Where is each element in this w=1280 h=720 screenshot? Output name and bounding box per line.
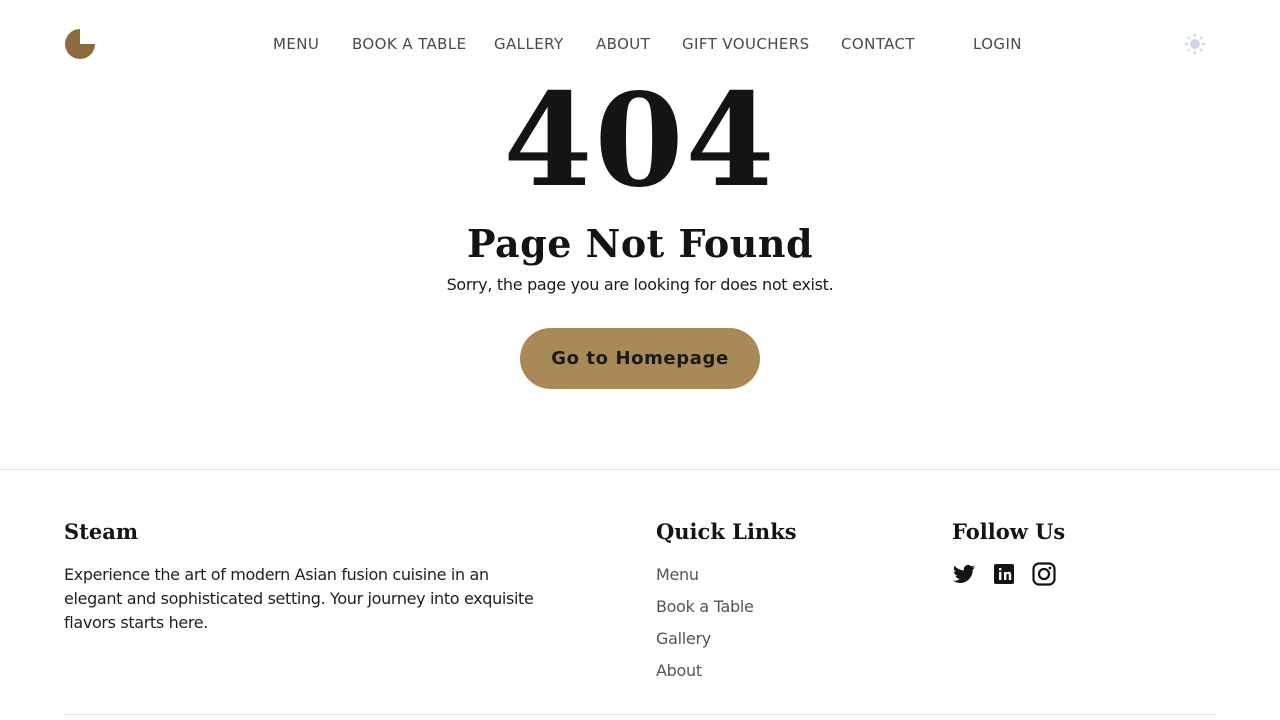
footer-link-menu[interactable]: Menu [656,564,699,586]
error-message: Sorry, the page you are looking for does… [446,275,834,294]
instagram-icon[interactable] [1032,562,1056,586]
sun-icon[interactable] [1184,33,1206,55]
footer-link-about[interactable]: About [656,660,702,682]
nav-contact[interactable]: CONTACT [841,34,915,54]
footer-bottom-divider [64,714,1216,715]
go-to-homepage-button[interactable]: Go to Homepage [520,328,760,389]
footer-divider [0,469,1280,470]
footer-link-book-a-table[interactable]: Book a Table [656,596,754,618]
nav-book-a-table[interactable]: BOOK A TABLE [352,34,466,54]
nav-gallery[interactable]: GALLERY [494,34,564,54]
follow-us-title: Follow Us [952,519,1066,544]
footer-brand-title: Steam [64,519,139,544]
error-code: 404 [503,66,777,216]
quick-links-title: Quick Links [656,519,797,544]
nav-login[interactable]: LOGIN [973,34,1022,54]
page-title: Page Not Found [466,221,814,266]
logo-icon[interactable] [65,29,95,59]
info-icon[interactable] [992,562,1016,586]
nav-about[interactable]: ABOUT [596,34,650,54]
footer-description: Experience the art of modern Asian fusio… [64,565,534,632]
nav-gift-vouchers[interactable]: GIFT VOUCHERS [682,34,810,54]
twitter-icon[interactable] [952,562,976,586]
footer-link-gallery[interactable]: Gallery [656,628,711,650]
nav-menu[interactable]: MENU [273,34,319,54]
